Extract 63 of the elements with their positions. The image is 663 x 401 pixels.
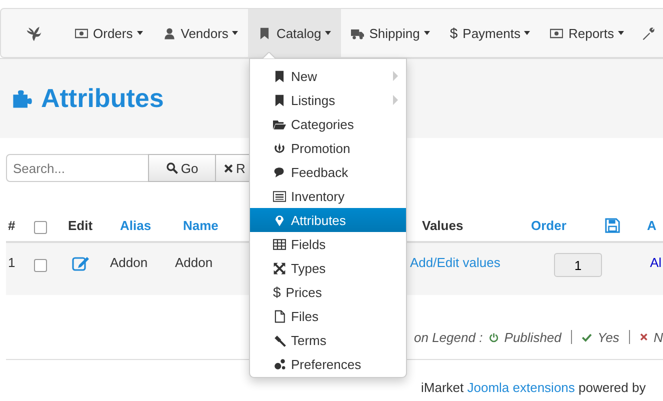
nav-menu-item[interactable]: Reports: [540, 9, 634, 57]
column-header[interactable]: Alias: [120, 218, 152, 233]
search-field[interactable]: Search...: [6, 154, 149, 182]
table-cell[interactable]: Al: [650, 255, 662, 270]
menu-item[interactable]: Categories: [250, 112, 406, 136]
footer-text: iMarket Joomla extensions powered by: [421, 380, 646, 395]
logo-icon[interactable]: [25, 24, 43, 42]
bookmark-icon: [273, 94, 286, 106]
column-header: Values: [422, 218, 464, 233]
legend-label: on Legend :: [414, 330, 483, 344]
menu-item[interactable]: Attributes: [250, 208, 406, 232]
expand-icon: [273, 262, 286, 274]
menu-item[interactable]: Types: [250, 256, 406, 280]
folder-icon: [273, 118, 286, 130]
truck-icon: [351, 26, 364, 40]
puzzle-icon: [11, 88, 33, 110]
column-header: #: [8, 218, 16, 233]
nav-menu-item[interactable]: Catalog: [248, 9, 342, 57]
gavel-icon: [273, 334, 286, 346]
page-title: Attributes: [41, 83, 164, 114]
select-all-checkbox[interactable]: [34, 221, 47, 234]
menu-item[interactable]: Inventory: [250, 184, 406, 208]
nav-menu-item[interactable]: $ Payments: [440, 9, 540, 57]
menu-item[interactable]: $ Prices: [250, 280, 406, 304]
column-header[interactable]: Name: [183, 218, 218, 233]
user-icon: [162, 26, 176, 40]
close-icon: [224, 164, 233, 172]
menu-item[interactable]: Preferences: [250, 352, 406, 376]
wrench-icon[interactable]: [642, 26, 655, 40]
nav-menu-item[interactable]: Orders: [65, 9, 153, 57]
menu-item[interactable]: Listings: [250, 88, 406, 112]
bookmark-icon: [258, 26, 272, 40]
table-cell: 1: [8, 255, 16, 270]
bill-icon: [75, 26, 88, 40]
footer-link[interactable]: Joomla extensions: [467, 380, 575, 395]
emblem-icon: [273, 142, 286, 154]
legend-text: Published: [504, 330, 562, 344]
table-icon: [273, 238, 286, 250]
menu-item[interactable]: New: [250, 64, 406, 88]
column-header: Edit: [68, 218, 93, 233]
nav-menu-item[interactable]: Shipping: [341, 9, 440, 57]
comment-icon: [273, 166, 286, 178]
table-cell: Addon: [110, 255, 148, 270]
column-header[interactable]: Order: [531, 218, 566, 233]
file-icon: [273, 310, 286, 322]
go-button[interactable]: Go: [148, 154, 216, 182]
bill-icon: [550, 26, 564, 40]
column-header[interactable]: A: [647, 218, 656, 233]
legend-text: N: [654, 330, 663, 344]
order-field[interactable]: 1: [554, 253, 602, 277]
edit-icon[interactable]: [72, 255, 90, 271]
menu-item[interactable]: Files: [250, 304, 406, 328]
row-checkbox[interactable]: [34, 259, 47, 272]
nav-menu-item[interactable]: Vendors: [152, 9, 248, 57]
bookmark-icon: [273, 70, 286, 82]
menu-item[interactable]: Terms: [250, 328, 406, 352]
legend-text: Yes: [598, 330, 620, 344]
table-cell: Addon: [175, 255, 213, 270]
marker-icon: [273, 214, 286, 226]
save-icon[interactable]: [605, 218, 620, 233]
list-icon: [273, 190, 286, 202]
search-icon: [166, 162, 178, 174]
menu-item[interactable]: Fields: [250, 232, 406, 256]
